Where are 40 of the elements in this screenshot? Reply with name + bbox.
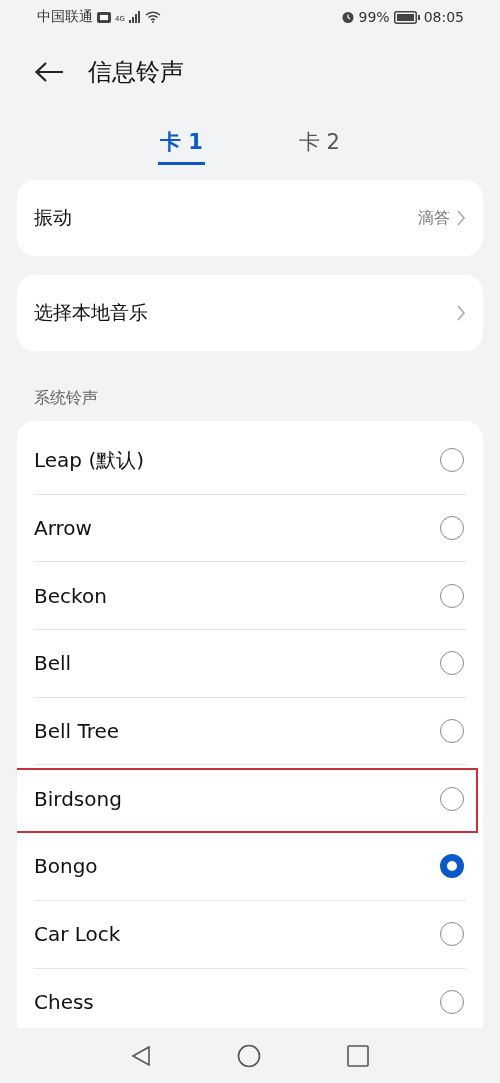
home-icon[interactable] — [237, 1043, 261, 1068]
recents-icon[interactable] — [347, 1044, 369, 1067]
radio-button[interactable] — [440, 922, 464, 947]
back-arrow-icon[interactable] — [34, 61, 64, 83]
radio-button[interactable] — [440, 583, 464, 608]
ringtone-name[interactable]: Beckon — [34, 583, 440, 608]
ringtone-name[interactable]: Chess — [34, 989, 440, 1014]
sim-tab[interactable]: 卡 1 — [158, 128, 205, 165]
ringtone-name[interactable]: Bell — [34, 651, 440, 676]
wifi-icon — [144, 11, 161, 23]
battery-percent: 99% — [358, 9, 390, 25]
clock-time: 08:05 — [423, 9, 464, 25]
radio-button[interactable] — [440, 719, 464, 744]
radio-button[interactable] — [440, 786, 464, 811]
chevron-icon — [456, 209, 466, 227]
radio-button[interactable] — [440, 516, 464, 541]
page-title: 信息铃声 — [88, 57, 184, 88]
settings-card[interactable]: 振动 滴答 — [17, 180, 483, 256]
radio-button[interactable] — [440, 651, 464, 676]
radio-button[interactable] — [440, 448, 464, 473]
radio-button[interactable] — [440, 854, 464, 879]
ringtone-name[interactable]: Bongo — [34, 854, 440, 879]
ringtone-name[interactable]: Leap (默认) — [34, 446, 440, 474]
alarm-icon — [340, 10, 355, 24]
section-title: 系统铃声 — [33, 387, 99, 409]
settings-card[interactable]: 选择本地音乐 — [17, 275, 483, 351]
back-icon[interactable] — [131, 1044, 151, 1067]
radio-button[interactable] — [440, 989, 464, 1014]
ringtone-name[interactable]: Car Lock — [34, 922, 440, 947]
chevron-icon — [456, 304, 466, 322]
carrier-name: 中国联通 — [37, 8, 93, 26]
ringtone-name[interactable]: Arrow — [34, 516, 440, 541]
signal-icon — [128, 11, 141, 23]
ringtone-name[interactable]: Birdsong — [34, 786, 440, 811]
setting-value: 滴答 — [418, 207, 450, 229]
ringtone-name[interactable]: Bell Tree — [34, 719, 440, 744]
battery-icon — [393, 10, 420, 24]
setting-label: 选择本地音乐 — [34, 300, 149, 325]
sim-tab[interactable]: 卡 2 — [296, 128, 342, 165]
setting-label: 振动 — [34, 205, 73, 230]
